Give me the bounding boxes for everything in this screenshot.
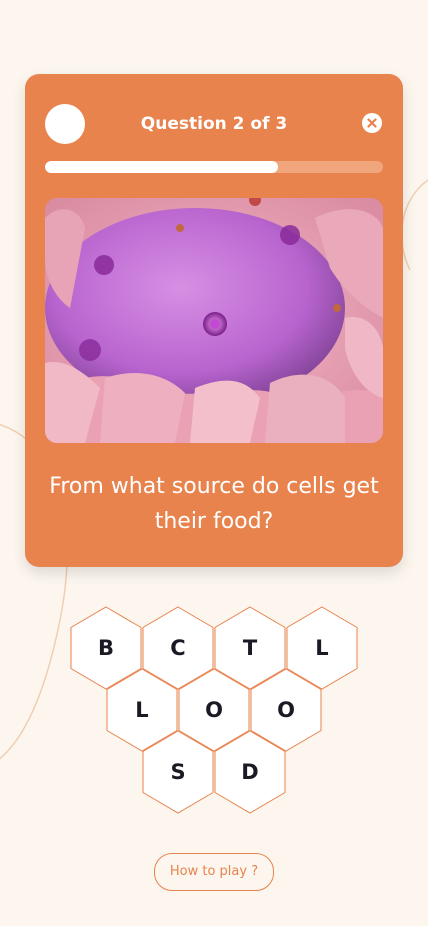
letter-tile[interactable]: D [213, 730, 287, 814]
cell-illustration [45, 198, 383, 443]
question-text: From what source do cells get their food… [49, 474, 379, 534]
letter-tile[interactable]: S [141, 730, 215, 814]
letter-tile-label: S [170, 760, 186, 784]
progress-fill [45, 161, 279, 173]
close-icon [367, 118, 377, 128]
letter-tile-label: D [241, 760, 259, 784]
question-card: Question 2 of 3 From what source do cell… [25, 74, 403, 567]
question-image [45, 198, 383, 443]
question-counter: Question 2 of 3 [140, 114, 288, 134]
progress-bar [45, 161, 383, 173]
close-button[interactable] [362, 113, 382, 133]
how-to-play-button[interactable]: How to play ? [154, 853, 274, 891]
